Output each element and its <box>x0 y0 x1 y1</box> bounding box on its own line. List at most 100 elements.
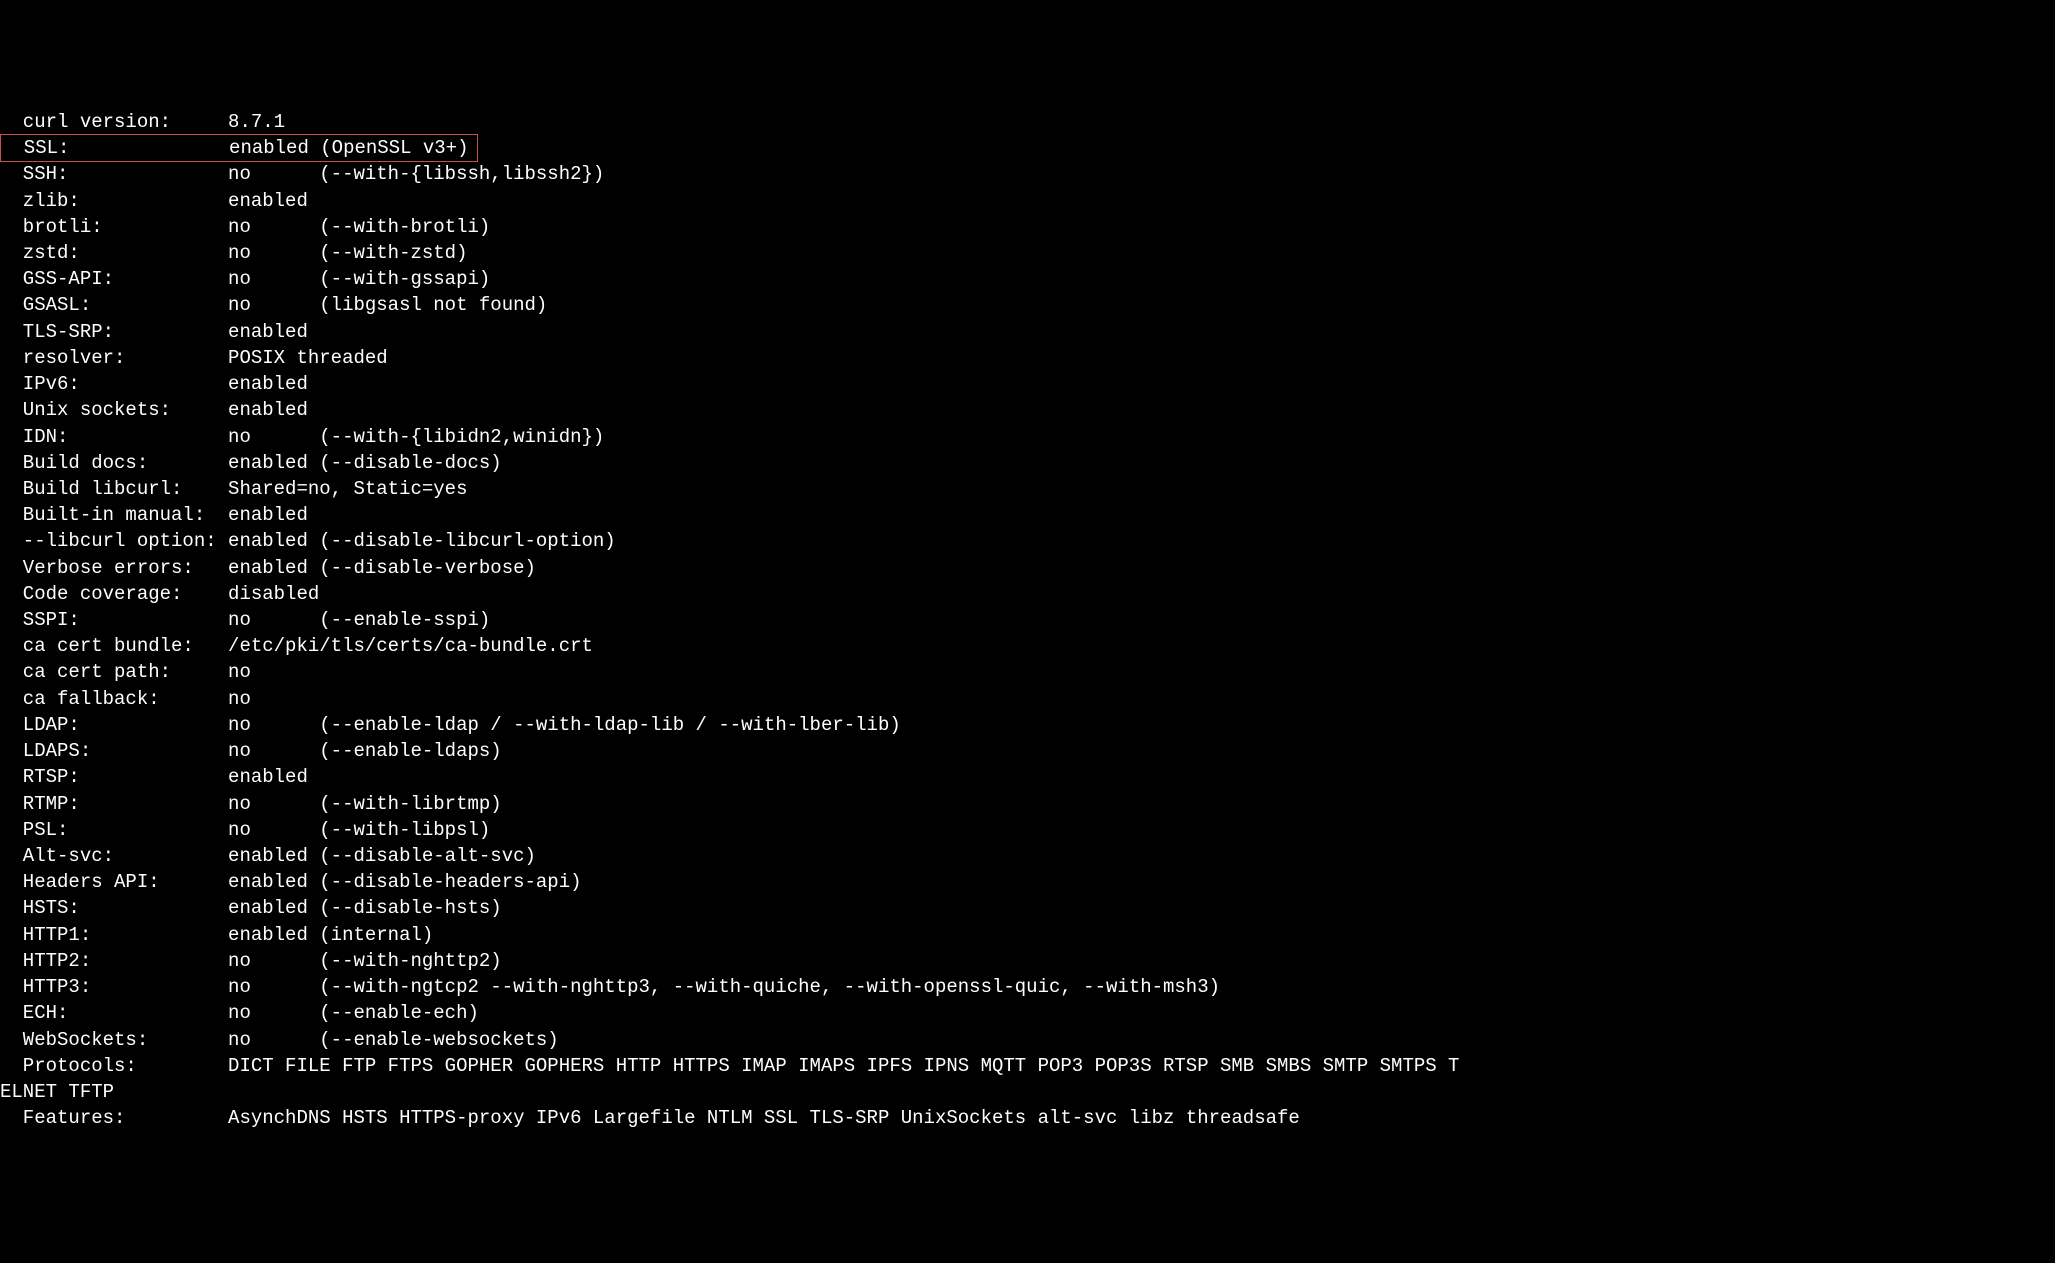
config-value: no (--with-brotli) <box>228 216 490 238</box>
config-key: Verbose errors: <box>0 557 228 579</box>
config-value: no (--with-ngtcp2 --with-nghttp3, --with… <box>228 976 1220 998</box>
config-value: enabled <box>228 190 308 212</box>
config-row: TLS-SRP: enabled <box>0 319 2055 345</box>
config-key: --libcurl option: <box>0 530 228 552</box>
config-row: Code coverage: disabled <box>0 581 2055 607</box>
config-value: no (--enable-ldap / --with-ldap-lib / --… <box>228 714 901 736</box>
config-row: ECH: no (--enable-ech) <box>0 1000 2055 1026</box>
config-key: IPv6: <box>0 373 228 395</box>
config-key: Features: <box>0 1107 228 1129</box>
config-value: enabled <box>228 766 308 788</box>
config-key: brotli: <box>0 216 228 238</box>
config-key: resolver: <box>0 347 228 369</box>
config-key: RTSP: <box>0 766 228 788</box>
config-row: Build docs: enabled (--disable-docs) <box>0 450 2055 476</box>
features-row: Features: AsynchDNS HSTS HTTPS-proxy IPv… <box>0 1105 2055 1131</box>
config-value: enabled (--disable-headers-api) <box>228 871 581 893</box>
config-row: LDAPS: no (--enable-ldaps) <box>0 738 2055 764</box>
config-row: ca cert bundle: /etc/pki/tls/certs/ca-bu… <box>0 633 2055 659</box>
terminal-output: curl version: 8.7.1 SSL: enabled (OpenSS… <box>0 105 2055 1132</box>
config-value: enabled (--disable-libcurl-option) <box>228 530 616 552</box>
config-value: enabled <box>228 373 308 395</box>
config-row: Unix sockets: enabled <box>0 397 2055 423</box>
config-row: LDAP: no (--enable-ldap / --with-ldap-li… <box>0 712 2055 738</box>
protocols-row: Protocols: DICT FILE FTP FTPS GOPHER GOP… <box>0 1053 2055 1079</box>
config-key: GSS-API: <box>0 268 228 290</box>
config-value: enabled <box>228 504 308 526</box>
config-row: HSTS: enabled (--disable-hsts) <box>0 895 2055 921</box>
config-key: Built-in manual: <box>0 504 228 526</box>
config-key: ECH: <box>0 1002 228 1024</box>
config-value: POSIX threaded <box>228 347 388 369</box>
config-value: /etc/pki/tls/certs/ca-bundle.crt <box>228 635 593 657</box>
config-row: resolver: POSIX threaded <box>0 345 2055 371</box>
config-value: no (--with-gssapi) <box>228 268 490 290</box>
config-row: SSL: enabled (OpenSSL v3+) <box>0 135 2055 161</box>
config-value: 8.7.1 <box>228 111 285 133</box>
config-row: zlib: enabled <box>0 188 2055 214</box>
config-row: Alt-svc: enabled (--disable-alt-svc) <box>0 843 2055 869</box>
config-key: ca fallback: <box>0 688 228 710</box>
protocols-value-line1: DICT FILE FTP FTPS GOPHER GOPHERS HTTP H… <box>228 1055 1459 1077</box>
config-value: no (--enable-ech) <box>228 1002 479 1024</box>
config-row: RTMP: no (--with-librtmp) <box>0 791 2055 817</box>
config-key: zstd: <box>0 242 228 264</box>
config-value: enabled <box>228 321 308 343</box>
config-value: no (--with-librtmp) <box>228 793 502 815</box>
config-value: no (--with-libpsl) <box>228 819 490 841</box>
config-row: Verbose errors: enabled (--disable-verbo… <box>0 555 2055 581</box>
config-value: no <box>228 661 251 683</box>
config-value: no (--enable-websockets) <box>228 1029 559 1051</box>
config-row: Headers API: enabled (--disable-headers-… <box>0 869 2055 895</box>
config-key: HTTP2: <box>0 950 228 972</box>
config-key: LDAP: <box>0 714 228 736</box>
config-value: no (--enable-sspi) <box>228 609 490 631</box>
config-key: GSASL: <box>0 294 228 316</box>
config-row: IDN: no (--with-{libidn2,winidn}) <box>0 424 2055 450</box>
config-row: ca cert path: no <box>0 659 2055 685</box>
config-value: disabled <box>228 583 319 605</box>
config-row: Built-in manual: enabled <box>0 502 2055 528</box>
config-row: SSH: no (--with-{libssh,libssh2}) <box>0 161 2055 187</box>
config-key: HTTP3: <box>0 976 228 998</box>
config-key: SSPI: <box>0 609 228 631</box>
config-key: Unix sockets: <box>0 399 228 421</box>
config-value: enabled (--disable-hsts) <box>228 897 502 919</box>
config-row: IPv6: enabled <box>0 371 2055 397</box>
config-key: RTMP: <box>0 793 228 815</box>
config-value: Shared=no, Static=yes <box>228 478 467 500</box>
config-key: Build docs: <box>0 452 228 474</box>
config-value: no (--with-{libidn2,winidn}) <box>228 426 604 448</box>
config-key: Protocols: <box>0 1055 228 1077</box>
config-key: TLS-SRP: <box>0 321 228 343</box>
config-key: Code coverage: <box>0 583 228 605</box>
config-row: HTTP1: enabled (internal) <box>0 922 2055 948</box>
config-value: no <box>228 688 251 710</box>
config-key: Build libcurl: <box>0 478 228 500</box>
config-key: LDAPS: <box>0 740 228 762</box>
config-value: enabled <box>228 399 308 421</box>
config-key: Alt-svc: <box>0 845 228 867</box>
protocols-row-wrap: ELNET TFTP <box>0 1079 2055 1105</box>
config-row: --libcurl option: enabled (--disable-lib… <box>0 528 2055 554</box>
config-row: curl version: 8.7.1 <box>0 109 2055 135</box>
config-value: no (--with-{libssh,libssh2}) <box>228 163 604 185</box>
config-row: WebSockets: no (--enable-websockets) <box>0 1027 2055 1053</box>
config-row: Build libcurl: Shared=no, Static=yes <box>0 476 2055 502</box>
features-value: AsynchDNS HSTS HTTPS-proxy IPv6 Largefil… <box>228 1107 1300 1129</box>
config-row: SSPI: no (--enable-sspi) <box>0 607 2055 633</box>
config-key: PSL: <box>0 819 228 841</box>
config-row: ca fallback: no <box>0 686 2055 712</box>
config-value: enabled (internal) <box>228 924 433 946</box>
config-key: ca cert path: <box>0 661 228 683</box>
config-key: Headers API: <box>0 871 228 893</box>
config-key: ca cert bundle: <box>0 635 228 657</box>
config-row: HTTP3: no (--with-ngtcp2 --with-nghttp3,… <box>0 974 2055 1000</box>
config-row: zstd: no (--with-zstd) <box>0 240 2055 266</box>
config-row: GSASL: no (libgsasl not found) <box>0 292 2055 318</box>
config-key: WebSockets: <box>0 1029 228 1051</box>
config-row: PSL: no (--with-libpsl) <box>0 817 2055 843</box>
protocols-value-line2: ELNET TFTP <box>0 1081 114 1103</box>
config-row: HTTP2: no (--with-nghttp2) <box>0 948 2055 974</box>
config-row: GSS-API: no (--with-gssapi) <box>0 266 2055 292</box>
